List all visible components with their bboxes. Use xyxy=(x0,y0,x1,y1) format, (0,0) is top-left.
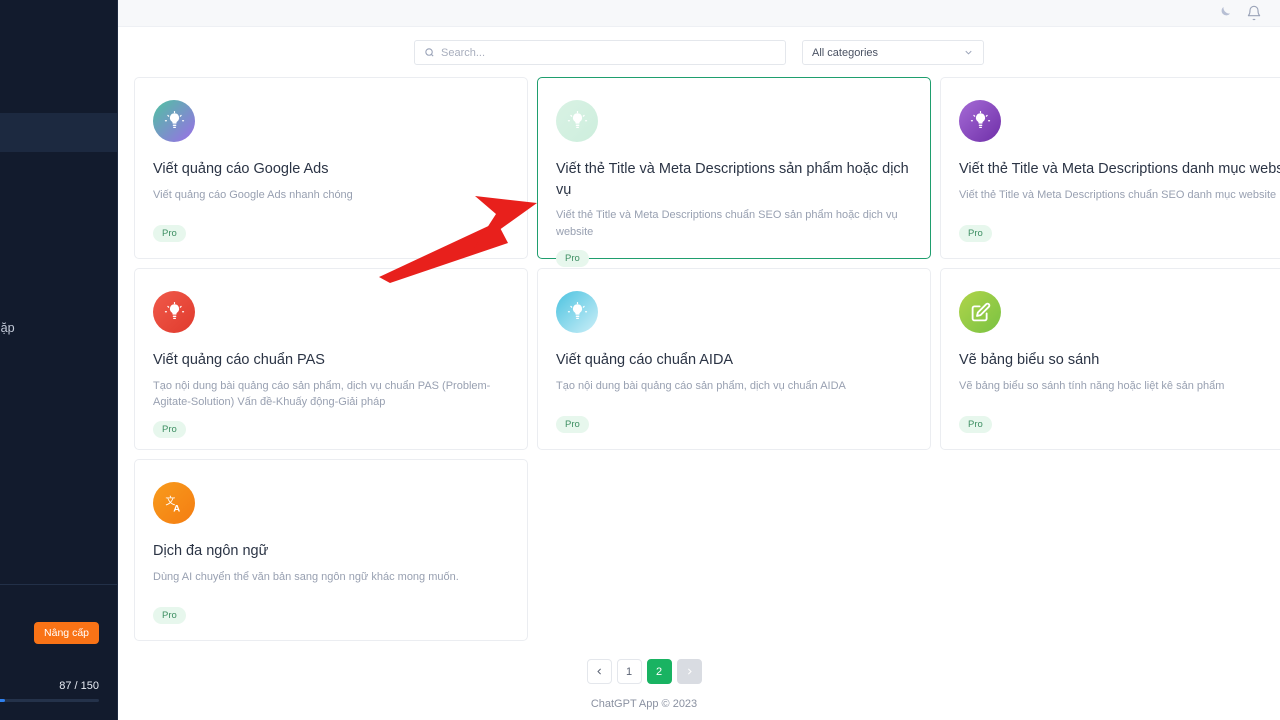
pagination-prev-button[interactable] xyxy=(586,659,612,684)
sidebar-item-refer-friends[interactable]: Giới thiệu bạn bè xyxy=(0,230,117,269)
moon-icon[interactable] xyxy=(1216,5,1232,21)
template-card[interactable]: Viết quảng cáo chuẩn AIDA Tạo nội dung b… xyxy=(537,268,931,450)
pro-badge: Pro xyxy=(959,225,992,242)
card-icon-circle xyxy=(153,100,195,142)
chevron-right-icon xyxy=(687,668,692,675)
card-icon-circle xyxy=(959,291,1001,333)
search-box[interactable] xyxy=(414,40,786,65)
sidebar-item-archive[interactable]: Bài viết lưu trữ xyxy=(0,152,117,191)
card-icon-circle xyxy=(153,291,195,333)
card-description: Vẽ bảng biểu so sánh tính năng hoặc liệt… xyxy=(959,379,1225,392)
card-title: Viết quảng cáo Google Ads xyxy=(153,161,329,177)
svg-text:A: A xyxy=(173,503,180,514)
card-title: Viết quảng cáo chuẩn PAS xyxy=(153,352,325,368)
usage-progress-fill xyxy=(0,699,6,702)
card-description: Tạo nội dung bài quảng cáo sản phẩm, dịc… xyxy=(556,379,846,392)
usage-label: Lượt sử dụng xyxy=(0,657,99,672)
chevron-left-icon xyxy=(596,668,601,675)
category-select-value: All categories xyxy=(812,46,879,59)
sidebar: ChatGPT App Trang chủ Viết bài tự động B… xyxy=(0,0,118,720)
pro-badge: Pro xyxy=(153,225,186,242)
card-description: Viết thẻ Title và Meta Descriptions chuẩ… xyxy=(959,188,1277,201)
app-brand: ChatGPT App xyxy=(0,0,117,56)
lightbulb-icon xyxy=(164,110,184,128)
pro-badge: Pro xyxy=(556,250,589,268)
sidebar-item-label: Câu hỏi thường gặp xyxy=(0,320,15,335)
card-title: Viết thẻ Title và Meta Descriptions danh… xyxy=(959,161,1280,177)
pagination-page-1[interactable]: 1 xyxy=(616,659,642,684)
account-label: Tài khoản sử dụng xyxy=(0,599,99,614)
card-icon-circle xyxy=(556,291,598,333)
lightbulb-icon xyxy=(164,301,184,319)
template-card[interactable]: Viết quảng cáo Google Ads Viết quảng cáo… xyxy=(134,77,528,259)
bell-icon[interactable] xyxy=(1246,5,1262,21)
lightbulb-icon xyxy=(970,110,990,128)
category-select[interactable]: All categories xyxy=(802,40,984,65)
card-title: Viết quảng cáo chuẩn AIDA xyxy=(556,352,734,368)
card-icon-circle: 文A xyxy=(153,482,195,524)
sidebar-item-manage-posts[interactable]: Quản lý bài viết xyxy=(0,191,117,230)
main-content: All categories Viết quảng cáo Google Ads… xyxy=(118,0,1280,720)
translate-icon: 文A xyxy=(165,494,180,514)
card-title: Viết thẻ Title và Meta Descriptions sản … xyxy=(556,161,909,198)
search-icon xyxy=(425,48,434,57)
template-card[interactable]: Vẽ bảng biểu so sánh Vẽ bảng biểu so sán… xyxy=(940,268,1280,450)
pro-badge: Pro xyxy=(153,607,186,624)
pagination-page-2[interactable]: 2 xyxy=(646,659,672,684)
pagination: 1 2 xyxy=(118,641,1170,684)
lightbulb-icon xyxy=(567,301,587,319)
sidebar-item-auto-write[interactable]: Viết bài tự động xyxy=(0,113,117,152)
pro-badge: Pro xyxy=(556,416,589,433)
lightbulb-icon xyxy=(567,110,587,128)
top-bar xyxy=(118,0,1280,27)
card-icon-circle xyxy=(959,100,1001,142)
template-card[interactable]: Viết quảng cáo chuẩn PAS Tạo nội dung bà… xyxy=(134,268,528,450)
pro-badge: Pro xyxy=(959,416,992,433)
usage-count: 87 / 150 xyxy=(59,680,99,692)
template-grid-wrapper: Viết quảng cáo Google Ads Viết quảng cáo… xyxy=(118,77,1280,641)
sidebar-item-faq[interactable]: Câu hỏi thường gặp xyxy=(0,308,117,347)
usage-progress-bar xyxy=(0,699,99,702)
template-grid: Viết quảng cáo Google Ads Viết quảng cáo… xyxy=(134,77,1280,641)
template-card-selected[interactable]: Viết thẻ Title và Meta Descriptions sản … xyxy=(537,77,931,268)
app-root: ChatGPT App Trang chủ Viết bài tự động B… xyxy=(0,0,1280,720)
search-input[interactable] xyxy=(441,46,776,59)
sidebar-item-home[interactable]: Trang chủ xyxy=(0,74,117,113)
pagination-next-button[interactable] xyxy=(676,659,702,684)
sidebar-item-pricing[interactable]: Bảng giá dịch vụ xyxy=(0,269,117,308)
upgrade-button[interactable]: Nâng cấp xyxy=(34,622,99,644)
card-description: Tạo nội dung bài quảng cáo sản phẩm, dịc… xyxy=(153,379,491,409)
page-footer: ChatGPT App © 2023 xyxy=(590,698,698,710)
sidebar-nav: Trang chủ Viết bài tự động Bài viết lưu … xyxy=(0,74,117,584)
pro-badge: Pro xyxy=(153,420,186,438)
edit-square-icon xyxy=(971,302,990,321)
card-title: Dịch đa ngôn ngữ xyxy=(153,543,269,559)
card-description: Viết thẻ Title và Meta Descriptions chuẩ… xyxy=(556,209,898,238)
template-card[interactable]: Viết thẻ Title và Meta Descriptions danh… xyxy=(940,77,1280,259)
card-title: Vẽ bảng biểu so sánh xyxy=(959,352,1100,368)
card-description: Viết quảng cáo Google Ads nhanh chóng xyxy=(153,188,353,201)
card-description: Dùng AI chuyển thể văn bản sang ngôn ngữ… xyxy=(153,570,459,583)
sidebar-footer: Tài khoản sử dụng Nâng cấp Lượt sử dụng … xyxy=(0,584,117,720)
template-card[interactable]: 文A Dịch đa ngôn ngữ Dùng AI chuyển thể v… xyxy=(134,459,528,641)
chevron-down-icon xyxy=(965,50,972,55)
card-icon-circle xyxy=(556,100,598,142)
filter-toolbar: All categories xyxy=(118,27,1280,77)
